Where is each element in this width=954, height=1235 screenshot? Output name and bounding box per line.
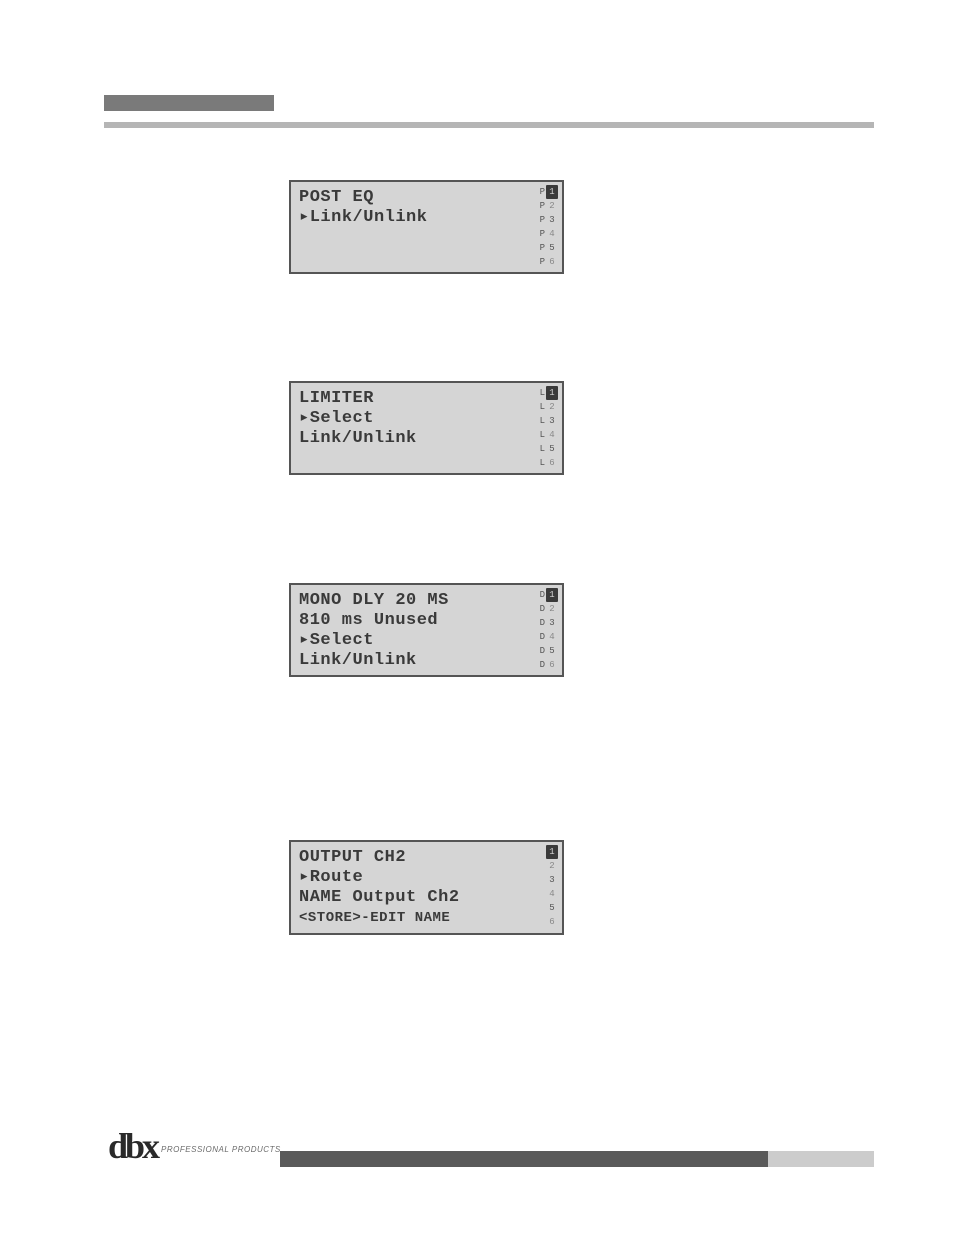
sidebar-row: L4: [540, 428, 558, 442]
sidebar-row: L3: [540, 414, 558, 428]
sidebar-row: P5: [540, 241, 558, 255]
lcd3-line2: 810 ms Unused: [299, 611, 554, 631]
lcd2-line4: Link/Unlink: [299, 429, 554, 449]
lcd3-line3: ▸Select: [299, 631, 554, 651]
sidebar-row: 3: [545, 873, 558, 887]
lcd4-line4: <STORE>-EDIT NAME: [299, 908, 554, 928]
lcd3-title: MONO DLY 20 MS: [299, 591, 554, 611]
sidebar-row: 1: [545, 845, 558, 859]
header-bar-light: [104, 122, 874, 128]
sidebar-row: L1: [540, 386, 558, 400]
logo-tagline: PROFESSIONAL PRODUCTS: [161, 1145, 281, 1154]
sidebar-row: D4: [540, 630, 558, 644]
sidebar-row: L5: [540, 442, 558, 456]
lcd3-line4: Link/Unlink: [299, 651, 554, 671]
logo-brand: dbx: [108, 1125, 157, 1167]
sidebar-row: P2: [540, 199, 558, 213]
lcd4-line2: ▸Route: [299, 868, 554, 888]
sidebar-row: D6: [540, 658, 558, 672]
lcd1-title: POST EQ: [299, 188, 554, 208]
lcd2-line3: ▸Select: [299, 409, 554, 429]
sidebar-row: P4: [540, 227, 558, 241]
lcd1-sidebar: P1P2P3P4P5P6: [540, 185, 558, 269]
lcd4-title: OUTPUT CH2: [299, 848, 554, 868]
lcd4-line3: NAME Output Ch2: [299, 888, 554, 908]
logo-area: dbx PROFESSIONAL PRODUCTS: [108, 1125, 281, 1167]
sidebar-row: 5: [545, 901, 558, 915]
sidebar-row: D2: [540, 602, 558, 616]
sidebar-row: P3: [540, 213, 558, 227]
lcd1-line4: ▸Link/Unlink: [299, 208, 554, 228]
sidebar-row: D3: [540, 616, 558, 630]
lcd-output: OUTPUT CH2 ▸Route NAME Output Ch2 <STORE…: [289, 840, 564, 935]
lcd-posteq: POST EQ ▸Link/Unlink P1P2P3P4P5P6: [289, 180, 564, 274]
header-bar-dark: [104, 95, 274, 111]
sidebar-row: P1: [540, 185, 558, 199]
lcd2-title: LIMITER: [299, 389, 554, 409]
sidebar-row: L6: [540, 456, 558, 470]
lcd-delay: MONO DLY 20 MS 810 ms Unused ▸Select Lin…: [289, 583, 564, 677]
lcd-limiter: LIMITER ▸Select Link/Unlink L1L2L3L4L5L6: [289, 381, 564, 475]
sidebar-row: 6: [545, 915, 558, 929]
sidebar-row: P6: [540, 255, 558, 269]
sidebar-row: 4: [545, 887, 558, 901]
lcd2-sidebar: L1L2L3L4L5L6: [540, 386, 558, 470]
sidebar-row: 2: [545, 859, 558, 873]
lcd4-sidebar: 123456: [545, 845, 558, 929]
footer-bar-dark: [280, 1151, 768, 1167]
lcd3-sidebar: D1D2D3D4D5D6: [540, 588, 558, 672]
footer-bar-light: [768, 1151, 874, 1167]
sidebar-row: L2: [540, 400, 558, 414]
sidebar-row: D1: [540, 588, 558, 602]
sidebar-row: D5: [540, 644, 558, 658]
